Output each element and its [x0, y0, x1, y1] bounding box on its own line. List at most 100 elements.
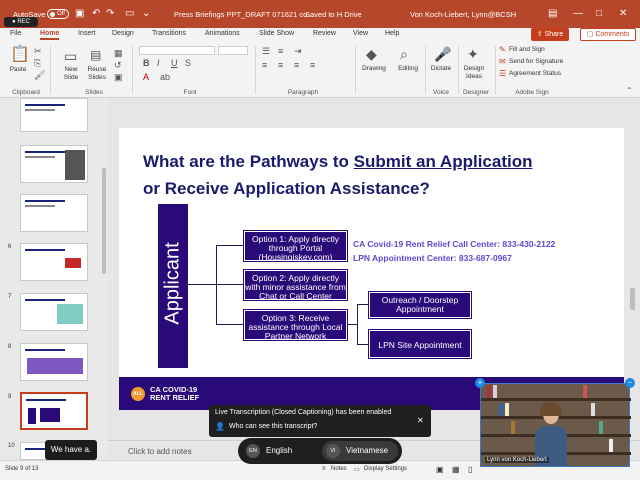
share-button[interactable]: ⇪ Share — [531, 28, 569, 41]
thumbnail-slide[interactable] — [20, 243, 88, 281]
cut-icon[interactable]: ✂ — [34, 46, 42, 57]
align-right-icon[interactable]: ≡ — [294, 60, 299, 70]
save-icon[interactable]: ▣ — [75, 8, 84, 19]
design-ideas-label[interactable]: Design Ideas — [460, 65, 488, 81]
minimize-icon[interactable]: — — [573, 8, 583, 19]
align-left-icon[interactable]: ≡ — [262, 60, 267, 70]
thumbnail-slide[interactable] — [20, 98, 88, 132]
notes-toggle[interactable]: Notes — [331, 466, 347, 472]
save-status[interactable]: Saved to H Drive — [305, 10, 362, 19]
font-family-select[interactable] — [139, 46, 215, 55]
new-slide-label[interactable]: New Slide — [58, 66, 84, 82]
italic-icon[interactable]: I — [157, 58, 160, 68]
reset-icon[interactable]: ↺ — [114, 60, 122, 71]
thumbnail-slide[interactable] — [20, 293, 88, 331]
plus-icon[interactable]: + — [475, 378, 485, 388]
autosave-toggle[interactable]: Off — [47, 9, 69, 19]
slide-canvas[interactable]: What are the Pathways to Submit an Appli… — [119, 128, 624, 410]
send-signature-icon[interactable]: ✉ — [499, 57, 506, 66]
editor-scrollbar-thumb[interactable] — [630, 288, 635, 310]
agreement-status-label[interactable]: Agreement Status — [509, 70, 561, 78]
reuse-slides-label[interactable]: Reuse Slides — [84, 66, 110, 82]
section-icon[interactable]: ▣ — [114, 72, 123, 83]
lpn-site-box[interactable]: LPN Site Appointment — [368, 329, 472, 359]
highlight-icon[interactable]: ab — [160, 72, 170, 82]
maximize-icon[interactable]: □ — [596, 8, 602, 19]
thumbnail-slide[interactable] — [20, 145, 88, 183]
numbering-icon[interactable]: ≡ — [278, 46, 283, 56]
agreement-status-icon[interactable]: ☰ — [499, 69, 506, 78]
send-signature-label[interactable]: Send for Signature — [509, 58, 563, 66]
tab-help[interactable]: Help — [385, 30, 399, 37]
underline-icon[interactable]: U — [171, 58, 178, 68]
customize-toolbar-icon[interactable]: ⌄ — [142, 8, 150, 19]
dictate-label[interactable]: Dictate — [427, 65, 455, 73]
comments-button[interactable]: ▢ Comments — [580, 28, 636, 41]
thumbnail-scrollbar-thumb[interactable] — [102, 168, 106, 274]
thumbnail-scrollbar[interactable] — [100, 98, 108, 460]
slide-title[interactable]: What are the Pathways to Submit an Appli… — [143, 148, 613, 202]
tab-review[interactable]: Review — [313, 30, 336, 37]
participant-video[interactable]: Lynn von Koch-Liebert — [480, 383, 631, 467]
design-ideas-icon[interactable]: ✦ — [467, 46, 479, 63]
call-center-text[interactable]: CA Covid-19 Rent Relief Call Center: 833… — [353, 239, 555, 249]
tab-transitions[interactable]: Transitions — [152, 30, 186, 37]
fill-sign-icon[interactable]: ✎ — [499, 45, 506, 54]
reuse-slides-icon[interactable]: ▤ — [90, 48, 101, 62]
layout-icon[interactable]: ▦ — [114, 48, 123, 59]
toast-close-icon[interactable]: ✕ — [417, 416, 424, 425]
collapse-ribbon-icon[interactable]: ⌃ — [626, 86, 633, 95]
paste-icon[interactable]: 📋 — [10, 44, 30, 64]
fill-sign-label[interactable]: Fill and Sign — [509, 46, 545, 54]
option-2-box[interactable]: Option 2: Apply directly with minor assi… — [243, 269, 348, 301]
display-settings[interactable]: Display Settings — [364, 466, 407, 472]
bullets-icon[interactable]: ☰ — [262, 46, 270, 57]
normal-view-icon[interactable]: ▣ — [436, 465, 444, 474]
tab-animations[interactable]: Animations — [205, 30, 240, 37]
new-slide-icon[interactable]: ▭ — [64, 48, 77, 65]
notes-icon[interactable]: ≡ — [322, 466, 326, 472]
align-center-icon[interactable]: ≡ — [278, 60, 283, 70]
option-1-box[interactable]: Option 1: Apply directly through Portal … — [243, 230, 348, 262]
reading-view-icon[interactable]: ▯ — [468, 465, 472, 474]
thumbnail-slide[interactable] — [20, 343, 88, 381]
language-english[interactable]: EN English — [242, 441, 320, 461]
format-painter-icon[interactable]: 🖌 — [34, 70, 45, 81]
font-color-icon[interactable]: A — [143, 72, 149, 82]
tab-insert[interactable]: Insert — [78, 30, 96, 37]
justify-icon[interactable]: ≡ — [310, 60, 315, 70]
option-3-box[interactable]: Option 3: Receive assistance through Loc… — [243, 309, 348, 341]
microphone-icon[interactable]: 🎤 — [434, 46, 451, 63]
indent-icon[interactable]: ⇥ — [294, 46, 302, 57]
paste-label[interactable]: Paste — [6, 66, 30, 74]
shapes-icon[interactable]: ◆ — [366, 46, 377, 63]
present-icon[interactable]: ▭ — [125, 8, 134, 19]
thumbnail-slide[interactable] — [20, 194, 88, 232]
thumbnail-slide-selected[interactable] — [20, 392, 88, 430]
toast-question[interactable]: Who can see this transcript? — [229, 423, 317, 430]
tab-view[interactable]: View — [353, 30, 368, 37]
ribbon-display-icon[interactable]: ▤ — [548, 8, 557, 19]
font-size-select[interactable] — [218, 46, 248, 55]
redo-icon[interactable]: ↷ — [106, 8, 114, 19]
minus-icon[interactable]: − — [625, 378, 635, 388]
tab-slide-show[interactable]: Slide Show — [259, 30, 294, 37]
shadow-icon[interactable]: S — [185, 58, 191, 68]
notes-placeholder[interactable]: Click to add notes — [128, 447, 192, 456]
bold-icon[interactable]: B — [143, 58, 150, 68]
outreach-box[interactable]: Outreach / Doorstep Appointment — [368, 291, 472, 319]
copy-icon[interactable]: ⎘ — [34, 58, 41, 69]
undo-icon[interactable]: ↶ — [92, 8, 100, 19]
user-name[interactable]: Von Koch-Liebert, Lynn@BCSH — [410, 10, 516, 19]
editing-label[interactable]: Editing — [394, 65, 422, 73]
tab-file[interactable]: File — [10, 30, 21, 37]
find-icon[interactable]: ⌕ — [400, 46, 408, 63]
applicant-box[interactable]: Applicant — [158, 204, 188, 368]
tab-home[interactable]: Home — [40, 30, 60, 40]
tab-design[interactable]: Design — [112, 30, 134, 37]
lpn-center-text[interactable]: LPN Appointment Center: 833-687-0967 — [353, 253, 512, 263]
language-vietnamese[interactable]: VI Vietnamese — [322, 441, 398, 461]
display-settings-icon[interactable]: ▭ — [354, 466, 360, 473]
close-icon[interactable]: ✕ — [619, 8, 627, 19]
slide-sorter-icon[interactable]: ▦ — [452, 465, 460, 474]
